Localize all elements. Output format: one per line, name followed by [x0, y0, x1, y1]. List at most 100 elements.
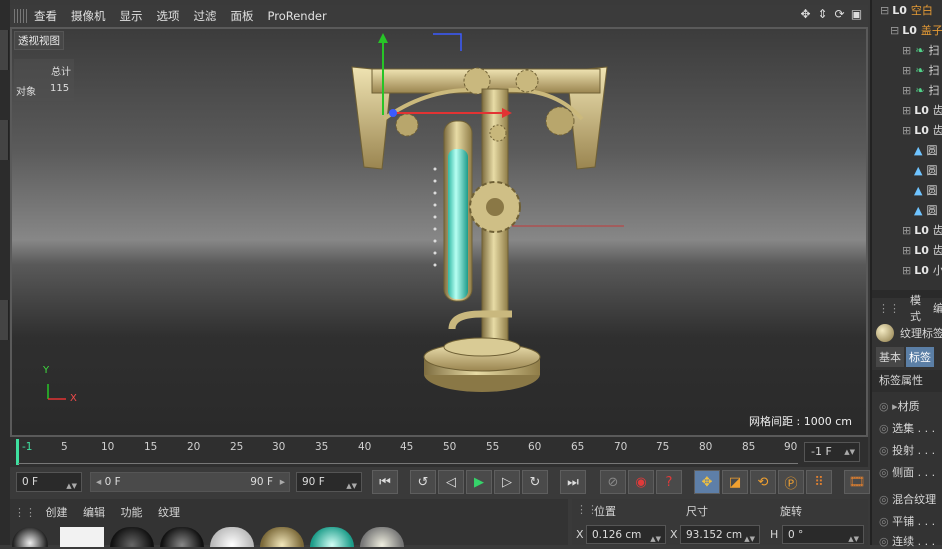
- menu-function[interactable]: 功能: [121, 506, 143, 519]
- object-name: 圆: [926, 184, 938, 197]
- rotate-view-icon[interactable]: ⟳: [832, 7, 847, 22]
- perspective-viewport[interactable]: 透视视图 总计 对象 115 Y X 网格间距: 1000 cm: [10, 27, 868, 437]
- attr-row-seamless[interactable]: ◎ 连续 . . .: [879, 533, 935, 549]
- material-tag-label: 纹理标签: [900, 327, 942, 340]
- grid-spacing-readout: 网格间距 : 1000 cm: [749, 415, 852, 428]
- tab-edit[interactable]: 编: [933, 300, 942, 316]
- move-view-icon[interactable]: ✥: [798, 7, 813, 22]
- filmstrip-icon[interactable]: 🎞: [844, 470, 870, 494]
- null-object-icon: L0: [902, 23, 917, 37]
- scale-key-icon[interactable]: ◪: [722, 470, 748, 494]
- material-swatch[interactable]: [110, 527, 154, 547]
- go-to-end-button[interactable]: ⏭: [560, 470, 586, 494]
- ruler-baseline: [18, 463, 798, 464]
- left-tool[interactable]: [0, 120, 9, 160]
- object-row[interactable]: ⊞ L0 齿: [872, 240, 942, 260]
- attr-row-side[interactable]: ◎ 侧面 . . .: [879, 464, 935, 480]
- axis-y-label: Y: [43, 365, 50, 376]
- size-x-field[interactable]: 93.152 cm ▲▼: [680, 525, 760, 544]
- tab-mode[interactable]: 模式: [910, 292, 923, 324]
- next-key-button[interactable]: ↻: [522, 470, 548, 494]
- previous-key-button[interactable]: ↺: [410, 470, 436, 494]
- object-name: 齿: [932, 224, 942, 237]
- object-row[interactable]: ⊞ ❧ 扫: [872, 40, 942, 60]
- go-to-start-button[interactable]: ⏮: [372, 470, 398, 494]
- attr-row-selection[interactable]: ◎ 选集 . . .: [879, 420, 935, 436]
- object-row[interactable]: ▲ 圆: [872, 200, 942, 220]
- material-swatch[interactable]: [310, 527, 354, 547]
- subtab-tag[interactable]: 标签: [906, 347, 934, 367]
- tick-label: 15: [144, 441, 158, 453]
- menu-filter[interactable]: 过滤: [194, 8, 217, 24]
- object-row[interactable]: ▲ 圆: [872, 180, 942, 200]
- object-row[interactable]: ⊟ L0 盖子: [872, 20, 942, 40]
- object-row[interactable]: ⊟ L0 空白: [872, 0, 942, 20]
- material-swatch[interactable]: [12, 527, 48, 547]
- tick-label: 85: [742, 441, 756, 453]
- object-row[interactable]: ⊞ ❧ 扫: [872, 60, 942, 80]
- menu-edit[interactable]: 编辑: [83, 506, 105, 519]
- material-swatch[interactable]: [210, 527, 254, 547]
- timeline-ruler[interactable]: -1 5 10 15 20 25 30 35 40 45 50 55 60 65…: [10, 437, 868, 467]
- maximize-view-icon[interactable]: ▣: [849, 7, 864, 22]
- tick-label: 30: [272, 441, 286, 453]
- radio-icon: ◎: [879, 515, 889, 528]
- subtab-basic[interactable]: 基本: [876, 347, 904, 367]
- move-key-icon[interactable]: ✥: [694, 470, 720, 494]
- menu-view[interactable]: 查看: [34, 8, 57, 24]
- material-swatch[interactable]: [260, 527, 304, 547]
- pla-key-icon[interactable]: ⠿: [806, 470, 832, 494]
- object-row[interactable]: ▲ 圆: [872, 160, 942, 180]
- attr-row-material[interactable]: ◎ ▸材质: [879, 398, 920, 414]
- left-tool[interactable]: [0, 30, 9, 70]
- panel-divider[interactable]: [872, 290, 942, 298]
- object-row[interactable]: ⊞ ❧ 扫: [872, 80, 942, 100]
- playhead[interactable]: [16, 439, 19, 465]
- material-tag-header: 纹理标签: [876, 322, 942, 344]
- key-help-icon[interactable]: ?: [656, 470, 682, 494]
- zoom-view-icon[interactable]: ⇕: [815, 7, 830, 22]
- object-name: 扫: [928, 64, 940, 77]
- object-name: 圆: [926, 164, 938, 177]
- grip-icon[interactable]: [14, 9, 28, 23]
- next-frame-button[interactable]: ▷: [494, 470, 520, 494]
- material-swatch[interactable]: [60, 527, 104, 547]
- position-x-field[interactable]: 0.126 cm ▲▼: [586, 525, 666, 544]
- rotate-key-icon[interactable]: ⟲: [750, 470, 776, 494]
- menu-texture[interactable]: 纹理: [158, 506, 180, 519]
- null-object-icon: L0: [914, 123, 929, 137]
- tick-label: 45: [400, 441, 414, 453]
- param-key-icon[interactable]: Ⓟ: [778, 470, 804, 494]
- material-swatch[interactable]: [360, 527, 404, 547]
- tick-label: 80: [699, 441, 713, 453]
- material-manager: ⋮⋮ 创建 编辑 功能 纹理: [10, 499, 568, 547]
- rotation-h-field[interactable]: 0 ° ▲▼: [782, 525, 864, 544]
- material-swatch[interactable]: [160, 527, 204, 547]
- current-frame-field[interactable]: -1 F ▲▼: [804, 442, 860, 462]
- radio-icon: ◎: [879, 535, 889, 548]
- gizmo-z-handle: [389, 109, 397, 117]
- attr-row-projection[interactable]: ◎ 投射 . . .: [879, 442, 935, 458]
- attr-row-tile[interactable]: ◎ 平铺 . . .: [879, 513, 935, 529]
- object-row[interactable]: ⊞ L0 齿: [872, 100, 942, 120]
- menu-display[interactable]: 显示: [120, 8, 143, 24]
- play-icon[interactable]: ▶: [466, 470, 492, 494]
- object-row[interactable]: ▲ 圆: [872, 140, 942, 160]
- start-frame-field[interactable]: 0 F ▲▼: [16, 472, 82, 492]
- menu-options[interactable]: 选项: [157, 8, 180, 24]
- record-key-icon[interactable]: ⊘: [600, 470, 626, 494]
- menu-panel[interactable]: 面板: [231, 8, 254, 24]
- end-frame-field[interactable]: 90 F ▲▼: [296, 472, 362, 492]
- object-row[interactable]: ⊞ L0 小: [872, 260, 942, 280]
- auto-key-icon[interactable]: ◉: [628, 470, 654, 494]
- attr-row-mix[interactable]: ◎ 混合纹理: [879, 491, 936, 507]
- object-row[interactable]: ⊞ L0 齿: [872, 220, 942, 240]
- menu-create[interactable]: 创建: [46, 506, 68, 519]
- left-tool[interactable]: [0, 300, 9, 340]
- range-slider[interactable]: ◂ 0 F 90 F ▸: [90, 472, 290, 492]
- menu-prorender[interactable]: ProRender: [268, 9, 327, 23]
- section-header: 标签属性: [872, 370, 942, 392]
- object-row[interactable]: ⊞ L0 齿: [872, 120, 942, 140]
- menu-camera[interactable]: 摄像机: [71, 8, 106, 24]
- previous-frame-button[interactable]: ◁: [438, 470, 464, 494]
